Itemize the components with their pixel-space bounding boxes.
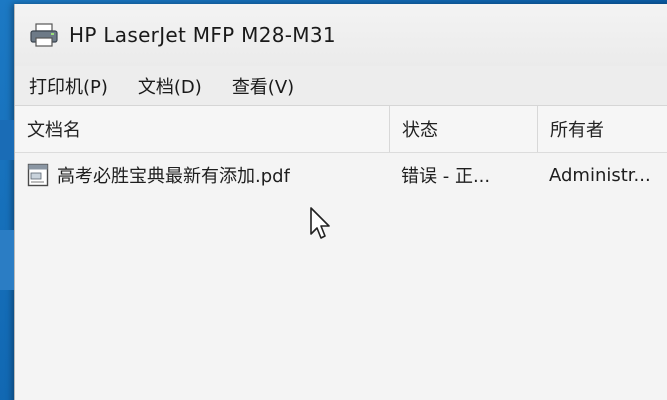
status-text: 错误 - 正... xyxy=(401,166,491,187)
menu-printer[interactable]: 打印机(P) xyxy=(27,69,110,103)
mouse-pointer-icon xyxy=(310,207,330,239)
column-header-row: 文档名 状态 所有者 xyxy=(15,106,667,153)
owner-text: Administr... xyxy=(549,164,651,186)
header-status[interactable]: 状态 xyxy=(389,106,537,152)
window-title: HP LaserJet MFP M28-M31 xyxy=(69,23,336,47)
table-row[interactable]: 高考必胜宝典最新有添加.pdf 错误 - 正... Administr... xyxy=(15,153,667,197)
menu-view[interactable]: 查看(V) xyxy=(230,69,296,103)
title-bar[interactable]: HP LaserJet MFP M28-M31 xyxy=(15,4,667,66)
print-queue-window: HP LaserJet MFP M28-M31 打印机(P) 文档(D) 查看(… xyxy=(14,4,667,400)
print-job-list[interactable]: 文档名 状态 所有者 高考必胜宝典最新有添加.pdf 错误 - 正... Adm… xyxy=(15,106,667,400)
desktop-background: HP LaserJet MFP M28-M31 打印机(P) 文档(D) 查看(… xyxy=(0,0,667,400)
background-window-edge xyxy=(0,230,14,290)
menu-document[interactable]: 文档(D) xyxy=(136,69,204,103)
cell-owner: Administr... xyxy=(537,153,667,197)
menu-bar: 打印机(P) 文档(D) 查看(V) xyxy=(15,66,667,106)
document-icon xyxy=(27,163,49,187)
background-window-edge xyxy=(0,120,14,160)
cell-status: 错误 - 正... xyxy=(389,153,537,197)
printer-icon xyxy=(30,23,58,47)
document-name-text: 高考必胜宝典最新有添加.pdf xyxy=(57,166,290,187)
header-document-name[interactable]: 文档名 xyxy=(15,106,389,152)
header-owner[interactable]: 所有者 xyxy=(537,106,667,152)
cell-document-name: 高考必胜宝典最新有添加.pdf xyxy=(15,153,389,197)
